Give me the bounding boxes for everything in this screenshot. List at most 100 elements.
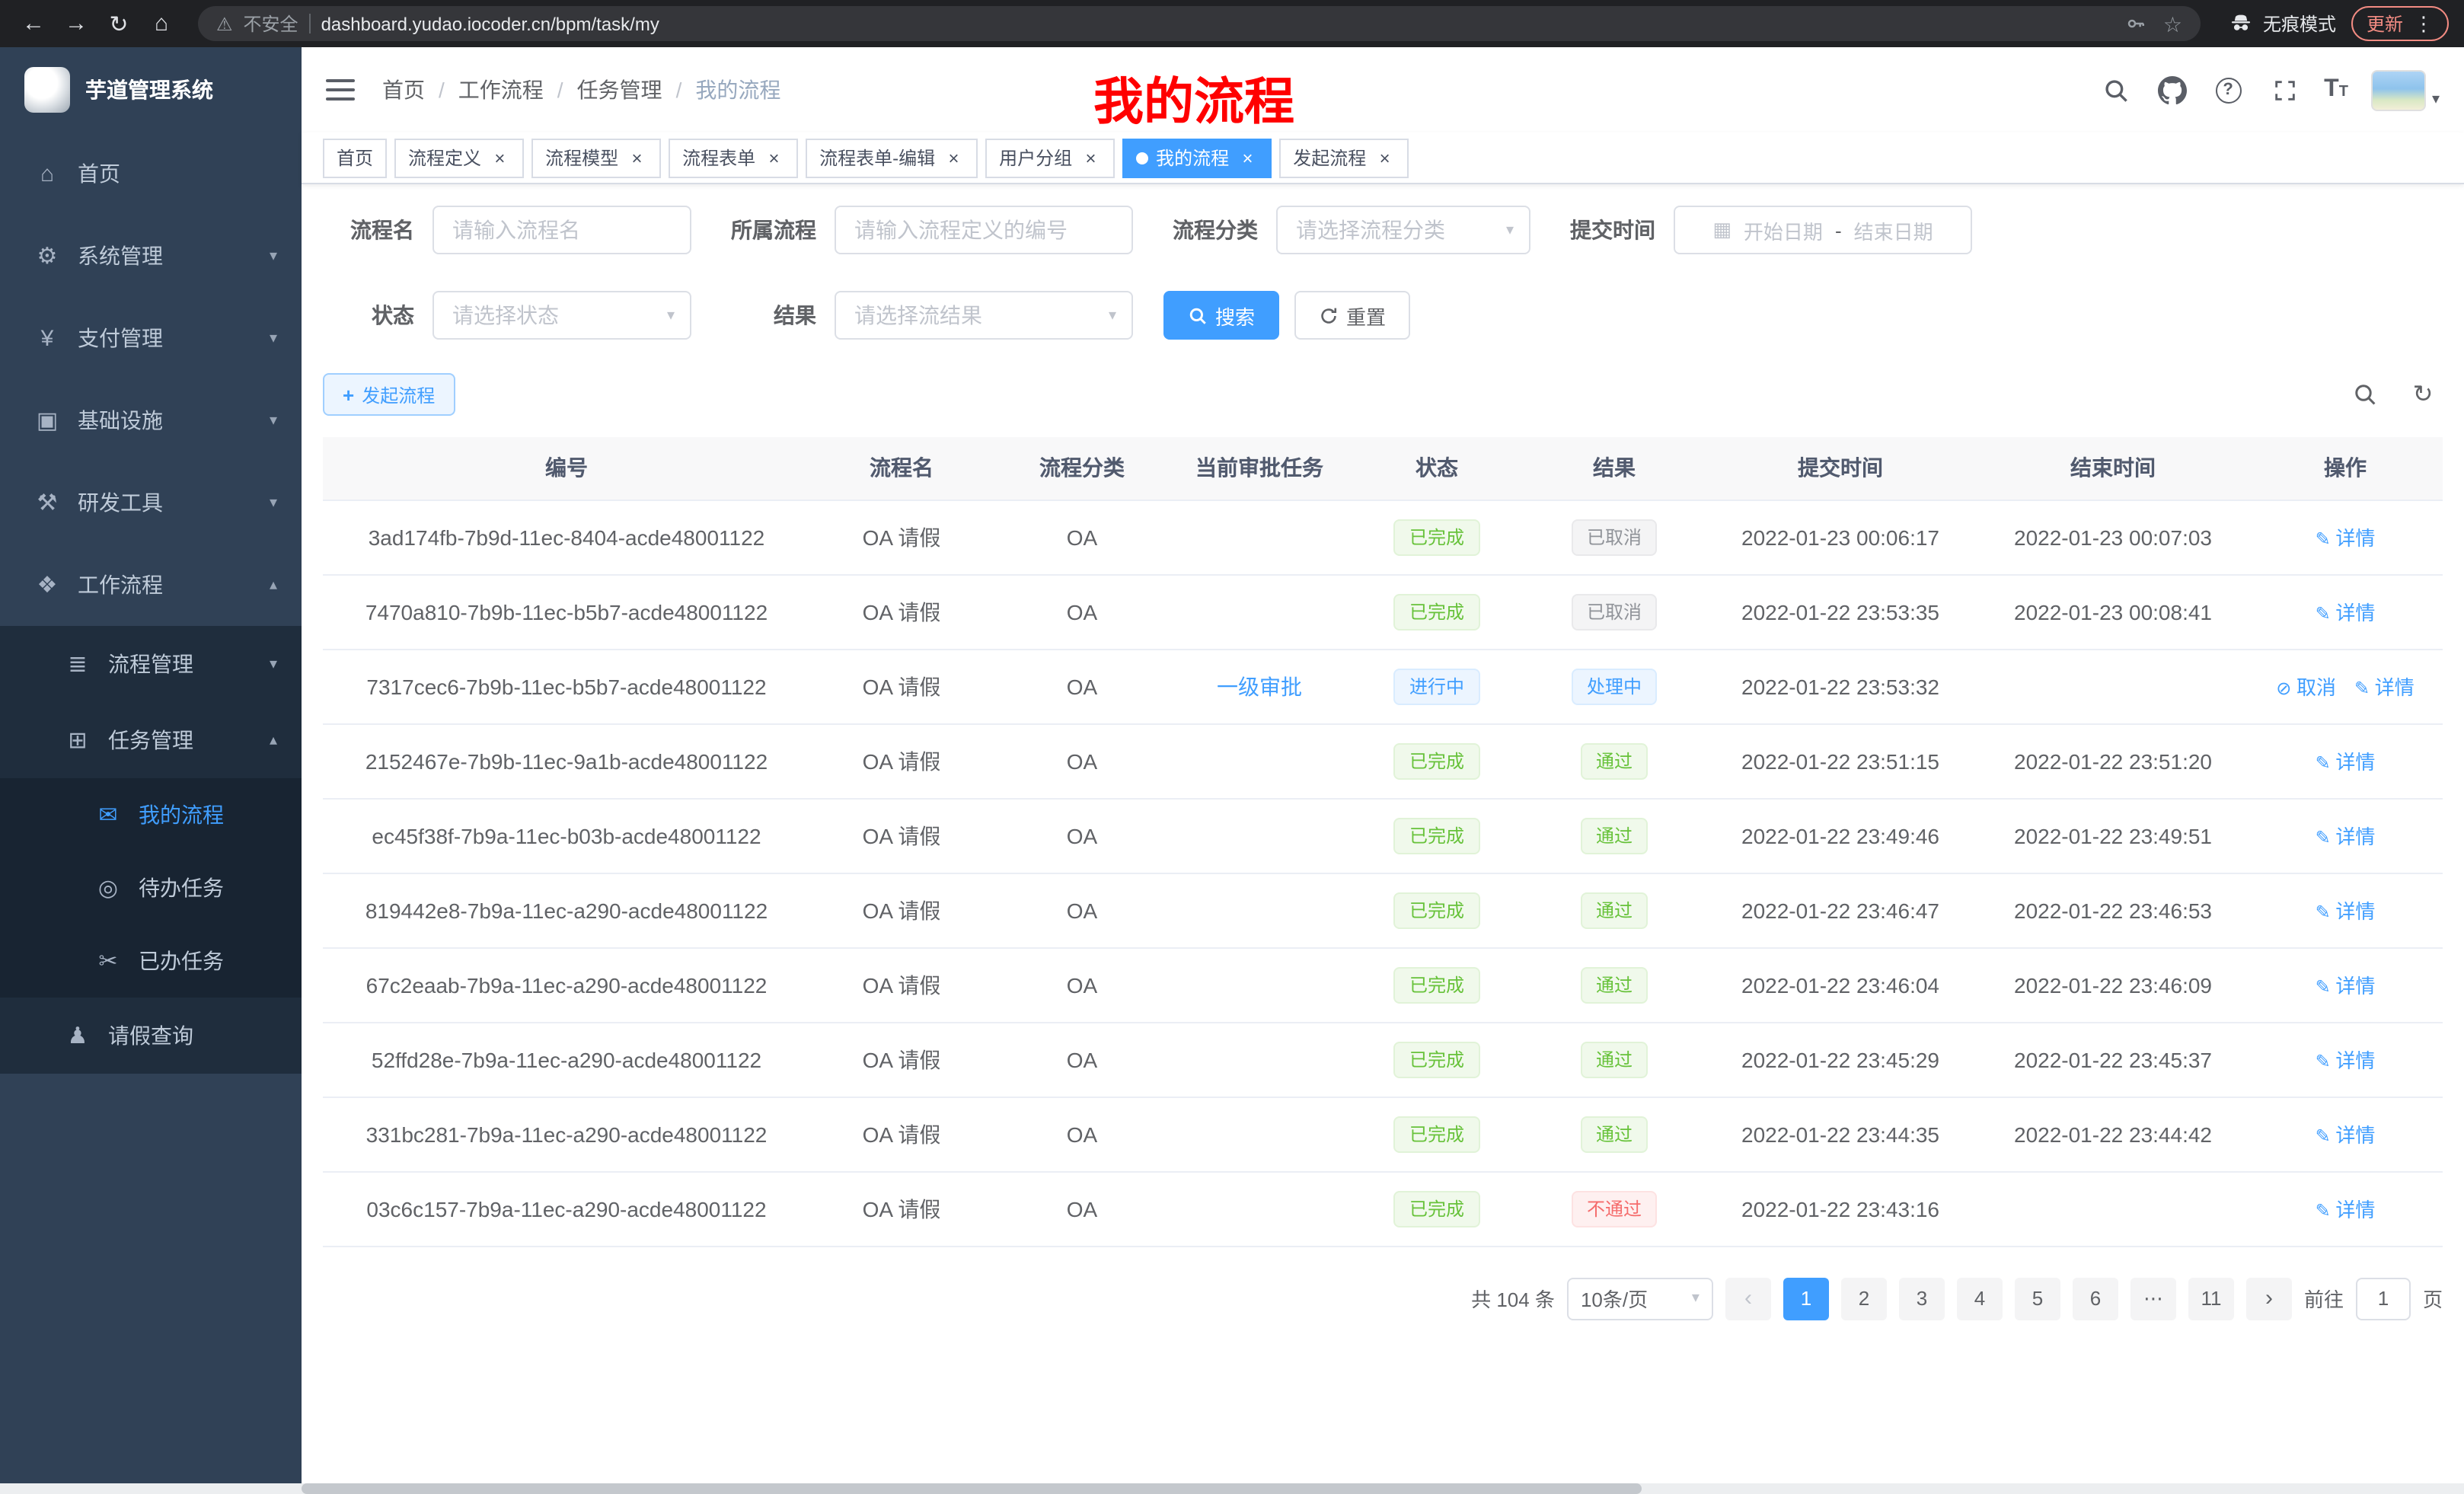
horizontal-scrollbar[interactable] [0,1483,2464,1494]
detail-link[interactable]: 详情 [2316,746,2376,775]
tools-icon: ⚒ [30,489,64,516]
category-select[interactable]: 请选择流程分类 ▾ [1276,206,1530,254]
filter-row-1: 流程名 所属流程 流程分类 请选择流程分类 ▾ [323,206,2443,254]
tab-close-icon[interactable] [1237,147,1258,168]
tab-close-icon[interactable] [943,147,964,168]
sidebar-item-infrastructure[interactable]: ▣ 基础设施 ▾ [0,379,302,461]
page-number-button[interactable]: 4 [1957,1277,2003,1320]
page-number-button[interactable]: 5 [2015,1277,2060,1320]
result-select[interactable]: 请选择流结果 ▾ [835,291,1133,340]
breadcrumb-item[interactable]: 工作流程 [458,75,577,105]
detail-link[interactable]: 详情 [2316,821,2376,850]
security-chip[interactable]: 不安全 [244,11,298,37]
tab-close-icon[interactable] [626,147,647,168]
cancel-link[interactable]: 取消 [2276,672,2336,701]
reset-button[interactable]: 重置 [1294,291,1410,340]
page-number-button[interactable]: 11 [2188,1277,2234,1320]
url-text[interactable]: dashboard.yudao.iocoder.cn/bpm/task/my [321,13,659,34]
sidebar-item-devtools[interactable]: ⚒ 研发工具 ▾ [0,461,302,544]
detail-link[interactable]: 详情 [2316,970,2376,999]
detail-link[interactable]: 详情 [2316,895,2376,924]
tab[interactable]: 首页 [323,138,387,177]
sidebar-item-my-processes[interactable]: ✉ 我的流程 [0,778,302,851]
end-time: 2022-01-22 23:46:53 [2014,898,2212,922]
scrollbar-thumb[interactable] [302,1483,1642,1494]
table-row: 67c2eaab-7b9a-11ec-a290-acde48001122 OA … [323,947,2443,1022]
page-number-button[interactable]: ⋯ [2130,1277,2176,1320]
forward-icon[interactable]: → [58,5,94,42]
breadcrumb-item[interactable]: 首页 [382,75,458,105]
goto-page-input[interactable] [2356,1277,2411,1320]
update-button[interactable]: 更新 ⋮ [2351,6,2449,41]
detail-link[interactable]: 详情 [2316,1045,2376,1074]
process-name-input[interactable] [432,206,691,254]
process-definition-input[interactable] [835,206,1133,254]
user-menu[interactable]: ▾ [2371,69,2440,110]
tab-close-icon[interactable] [763,147,784,168]
security-warning-icon[interactable]: ⚠ [216,13,233,34]
search-icon[interactable] [2099,73,2132,107]
tab-close-icon[interactable] [1080,147,1101,168]
tab[interactable]: 用户分组 [985,138,1115,177]
sidebar-toggle-icon[interactable] [326,79,355,101]
sidebar-item-system[interactable]: ⚙ 系统管理 ▾ [0,215,302,297]
fullscreen-icon[interactable] [2268,73,2301,107]
sidebar-item-leave-query[interactable]: ♟ 请假查询 [0,998,302,1074]
tab[interactable]: 流程表单 [669,138,798,177]
sidebar-item-task-management[interactable]: ⊞ 任务管理 ▴ [0,702,302,778]
reload-icon[interactable]: ↻ [101,5,137,42]
help-icon[interactable] [2211,73,2245,107]
tab[interactable]: 流程表单-编辑 [806,138,978,177]
tab[interactable]: 发起流程 [1279,138,1409,177]
tab-close-icon[interactable] [489,147,510,168]
status-tag: 已完成 [1394,519,1479,555]
page-size-select[interactable]: 10条/页 ▾ [1567,1277,1713,1320]
detail-link[interactable]: 详情 [2316,1119,2376,1148]
tab-close-icon[interactable] [1374,147,1395,168]
page-number-button[interactable]: 3 [1899,1277,1945,1320]
start-date-placeholder[interactable]: 开始日期 [1744,215,1823,244]
page-number-button[interactable]: 2 [1841,1277,1887,1320]
process-name: OA 请假 [863,1122,941,1146]
status-select[interactable]: 请选择状态 ▾ [432,291,691,340]
end-date-placeholder[interactable]: 结束日期 [1854,215,1933,244]
font-size-icon[interactable] [2324,76,2348,104]
address-bar[interactable]: ⚠ 不安全 dashboard.yudao.iocoder.cn/bpm/tas… [198,6,2201,41]
github-icon[interactable] [2155,73,2188,107]
tab[interactable]: 我的流程 [1122,138,1272,177]
breadcrumb-item[interactable]: 任务管理 [577,75,696,105]
tab[interactable]: 流程定义 [394,138,524,177]
next-page-button[interactable]: › [2246,1277,2292,1320]
bookmark-star-icon[interactable]: ☆ [2163,13,2182,34]
sidebar-item-process-management[interactable]: ≣ 流程管理 ▾ [0,626,302,702]
detail-link[interactable]: 详情 [2316,522,2376,551]
end-time: 2022-01-23 00:08:41 [2014,599,2212,624]
breadcrumb-item[interactable]: 我的流程 [695,75,780,105]
sidebar-item-home[interactable]: ⌂ 首页 [0,132,302,215]
refresh-icon[interactable]: ↻ [2403,375,2443,414]
detail-link[interactable]: 详情 [2316,597,2376,626]
sidebar-item-workflow[interactable]: ❖ 工作流程 ▴ [0,544,302,626]
start-process-button[interactable]: + 发起流程 [323,373,455,416]
sidebar-item-payment[interactable]: ¥ 支付管理 ▾ [0,297,302,379]
sidebar-item-done-tasks[interactable]: ✂ 已办任务 [0,924,302,998]
browser-home-icon[interactable]: ⌂ [143,5,180,42]
sidebar-item-todo-tasks[interactable]: ◎ 待办任务 [0,851,302,924]
avatar[interactable] [2371,69,2426,110]
browser-menu-icon[interactable]: ⋮ [2414,11,2434,36]
tab[interactable]: 流程模型 [531,138,661,177]
process-id: 7317cec6-7b9b-11ec-b5b7-acde48001122 [366,674,766,698]
search-button[interactable]: 搜索 [1163,291,1279,340]
key-icon[interactable] [2125,12,2148,35]
detail-link[interactable]: 详情 [2354,672,2415,701]
submit-time: 2022-01-22 23:53:32 [1741,674,1939,698]
app-logo[interactable]: 芋道管理系统 [0,47,302,132]
page-number-button[interactable]: 6 [2073,1277,2118,1320]
submit-time-range-picker[interactable]: ▦ 开始日期 - 结束日期 [1674,206,1972,254]
back-icon[interactable]: ← [15,5,52,42]
prev-page-button[interactable]: ‹ [1725,1277,1771,1320]
page-number-button[interactable]: 1 [1783,1277,1829,1320]
detail-link[interactable]: 详情 [2316,1194,2376,1223]
toggle-search-icon[interactable] [2345,375,2385,414]
current-task-link[interactable]: 一级审批 [1217,674,1302,698]
